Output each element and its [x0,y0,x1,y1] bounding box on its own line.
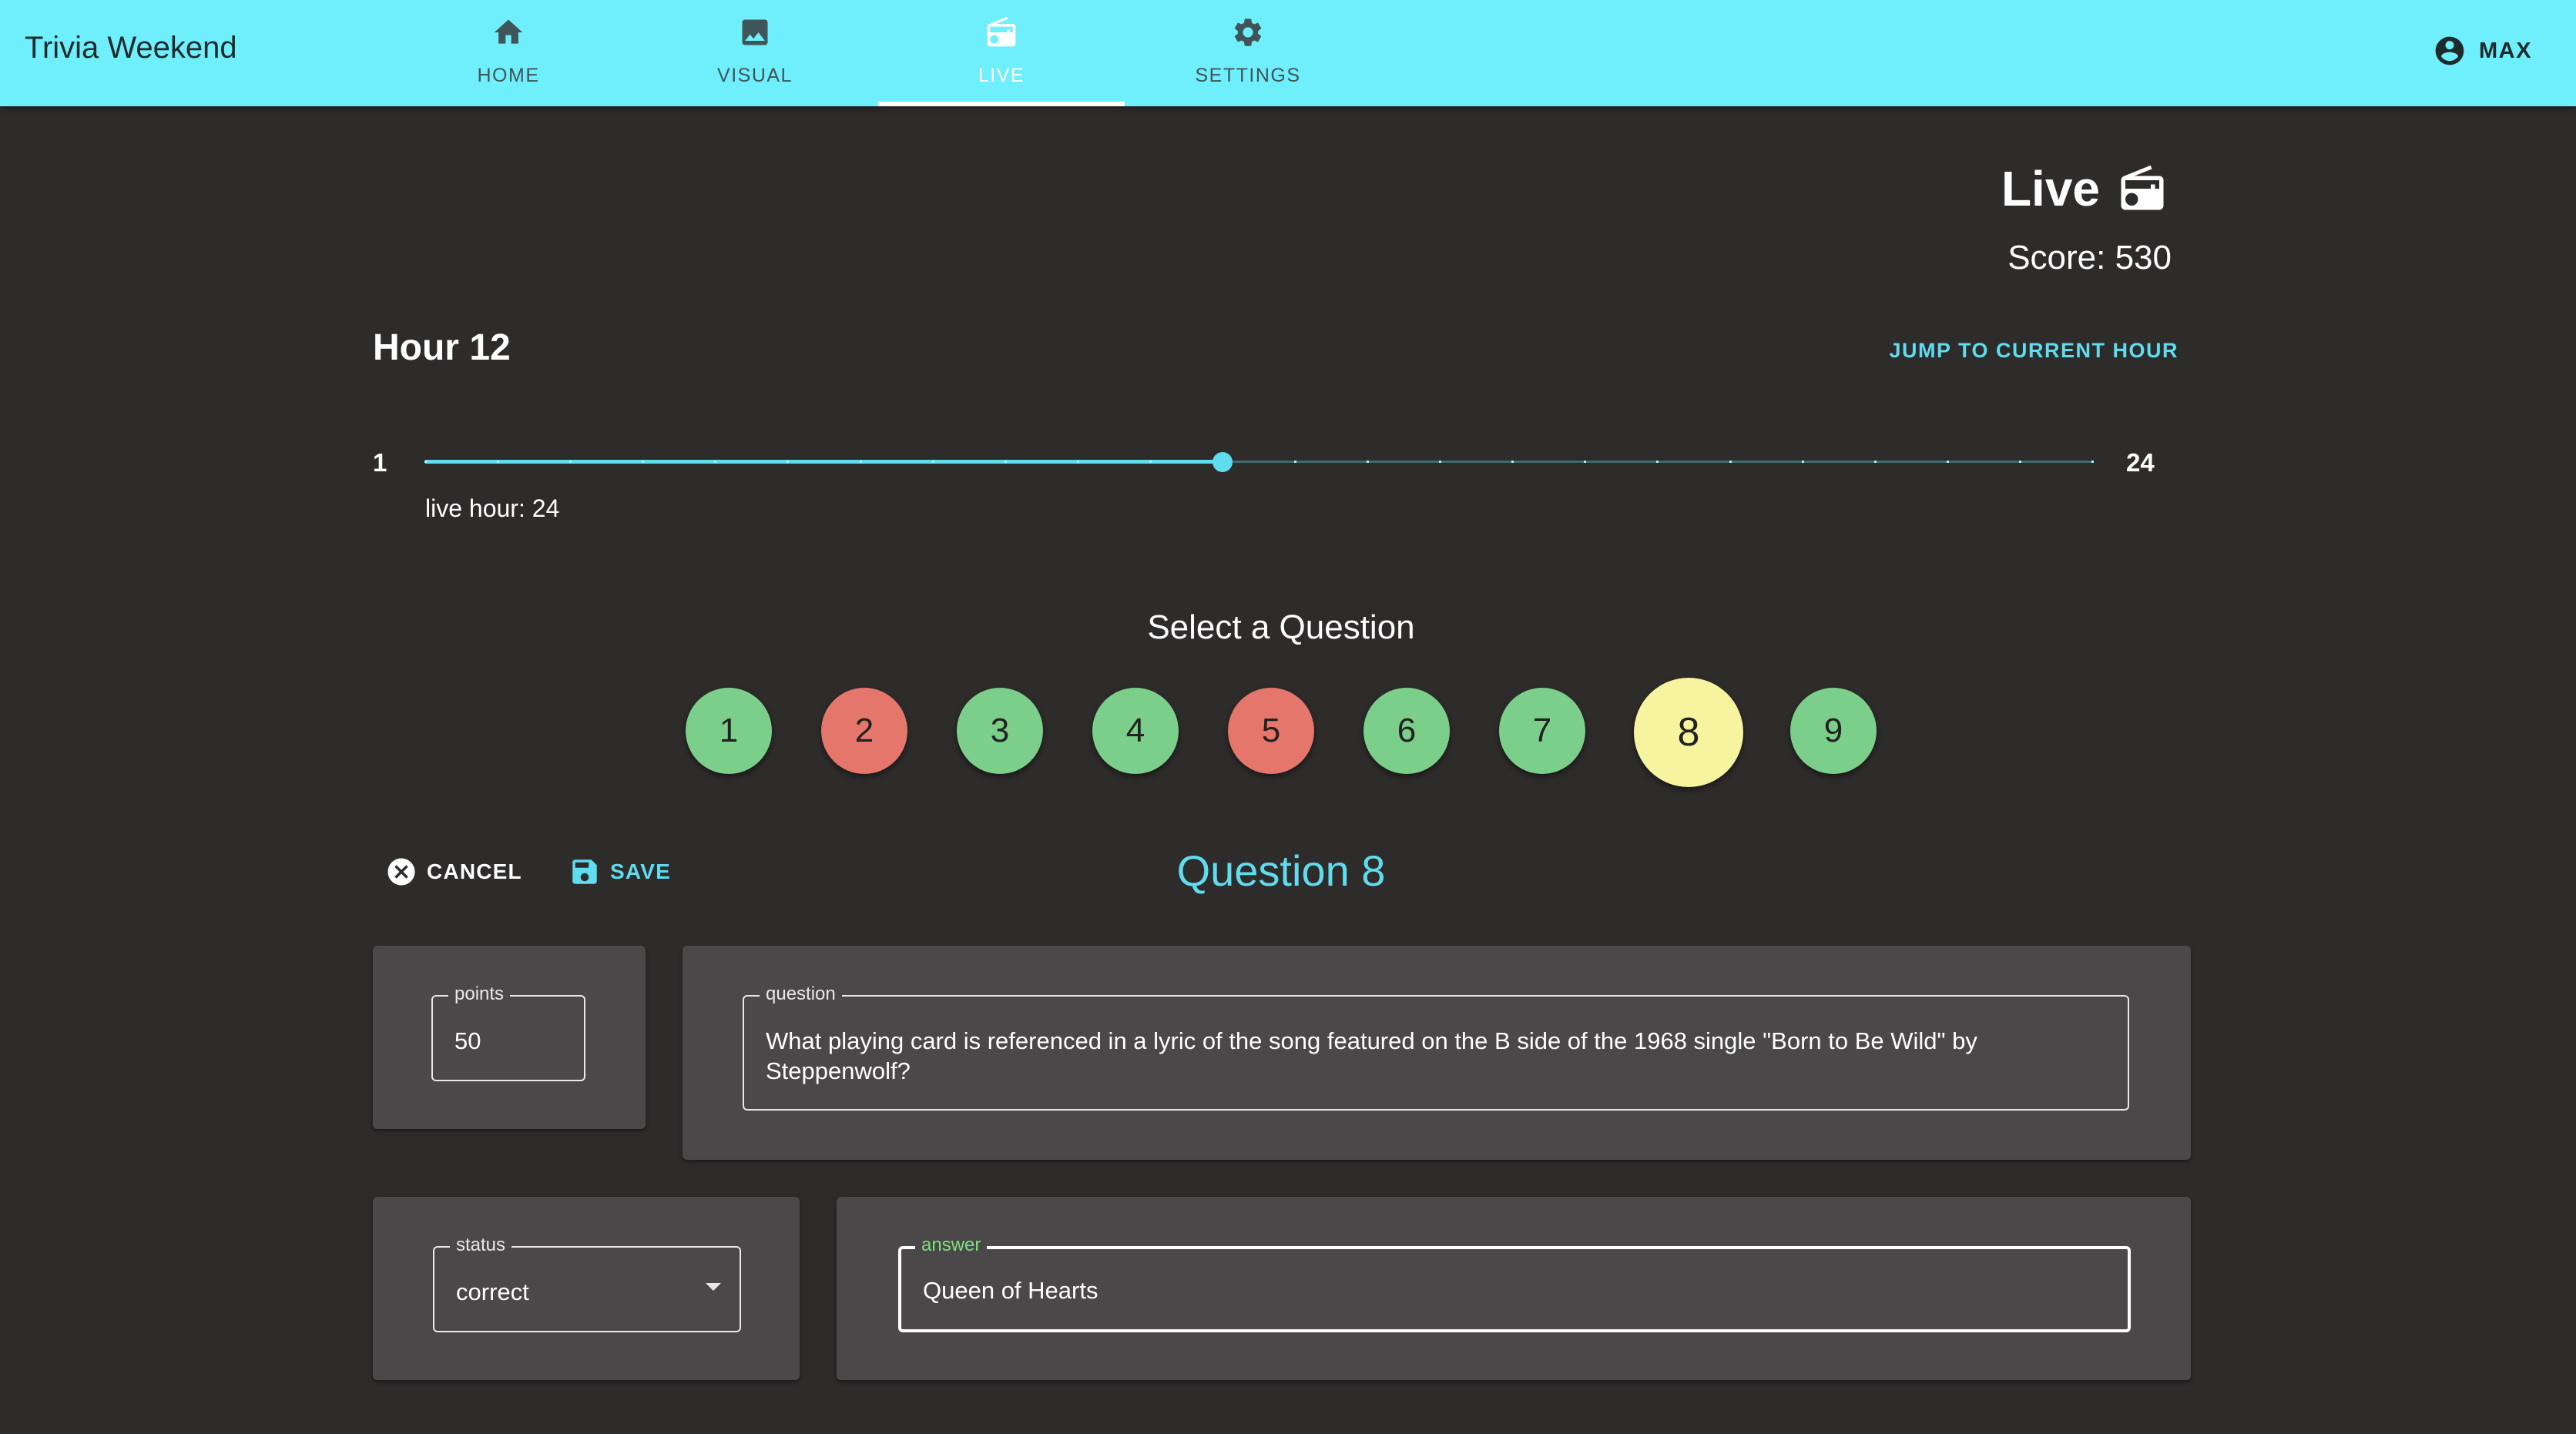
question-button-8[interactable]: 8 [1634,678,1743,787]
slider-tick [1439,461,1442,463]
active-tab-indicator [878,102,1125,106]
tab-home-label: HOME [477,65,540,86]
live-heading: Live [2001,154,2168,223]
radio-icon [987,16,1016,47]
slider-tick [787,461,790,463]
points-card: points 50 [373,946,646,1129]
select-question-title: Select a Question [1147,608,1415,646]
points-value: 50 [454,1027,481,1054]
points-field[interactable]: points 50 [431,983,585,1081]
status-card: status correct [373,1197,800,1380]
tab-live-label: LIVE [978,65,1025,86]
slider-max-label: 24 [2126,448,2155,477]
gear-icon [1234,18,1262,46]
answer-value: Queen of Hearts [923,1277,1098,1304]
question-heading: Question 8 [1176,846,1386,895]
slider-tick [1511,461,1514,463]
image-icon [742,19,768,45]
hour-slider[interactable] [424,447,2094,477]
status-label: status [450,1235,512,1256]
app-title: Trivia Weekend [25,31,237,65]
app-bar: Trivia Weekend HOME VISUAL LIVE SETTINGS… [0,0,2576,106]
question-button-9[interactable]: 9 [1790,688,1877,774]
slider-min-label: 1 [373,448,387,477]
slider-tick [1584,461,1587,463]
slider-thumb[interactable] [1212,452,1233,472]
home-icon [494,19,523,44]
slider-tick [1149,461,1152,463]
slider-tick [1873,461,1877,463]
slider-tick [714,461,717,463]
radio-icon [2121,165,2164,210]
dropdown-arrow-icon [706,1283,721,1291]
slider-tick [2018,461,2021,463]
tab-visual-label: VISUAL [717,65,793,86]
slider-tick [642,461,645,463]
question-button-6[interactable]: 6 [1363,688,1450,774]
slider-tick [859,461,862,463]
slider-tick [1076,461,1079,463]
question-button-4[interactable]: 4 [1092,688,1179,774]
live-title: Live [2001,161,2100,216]
slider-track [425,460,1223,464]
slider-tick [1004,461,1007,463]
question-button-2[interactable]: 2 [821,688,907,774]
tab-home[interactable]: HOME [385,0,632,106]
score-text: Score: 530 [2007,239,2172,276]
answer-field[interactable]: answer Queen of Hearts [898,1235,2131,1332]
jump-to-current-hour-button[interactable]: JUMP TO CURRENT HOUR [1889,339,2179,363]
slider-tick [1656,461,1659,463]
slider-tick [569,461,572,463]
account-circle-icon [2435,36,2464,65]
status-select[interactable]: status correct [433,1235,741,1332]
hour-title: Hour 12 [373,327,511,368]
slider-tick [1946,461,1949,463]
live-hour-note: live hour: 24 [425,494,560,522]
user-menu-button[interactable]: MAX [2427,29,2558,72]
tab-settings[interactable]: SETTINGS [1125,0,1371,106]
question-card: question What playing card is referenced… [683,946,2191,1160]
question-button-1[interactable]: 1 [686,688,772,774]
slider-tick [424,461,427,463]
slider-tick [1801,461,1804,463]
slider-tick [1729,461,1732,463]
question-button-5[interactable]: 5 [1228,688,1314,774]
question-label: question [760,983,842,1005]
slider-tick [1294,461,1297,463]
slider-tick [1367,461,1370,463]
status-value: correct [456,1278,529,1305]
user-name: MAX [2479,39,2532,63]
tab-visual[interactable]: VISUAL [632,0,878,106]
slider-tick [931,461,934,463]
slider-tick [497,461,500,463]
answer-card: answer Queen of Hearts [837,1197,2191,1380]
points-label: points [448,983,511,1005]
question-button-7[interactable]: 7 [1499,688,1585,774]
tab-settings-label: SETTINGS [1195,65,1301,86]
question-button-3[interactable]: 3 [957,688,1043,774]
question-value: What playing card is referenced in a lyr… [766,1027,1977,1084]
tab-live[interactable]: LIVE [878,0,1125,106]
slider-tick [2091,461,2094,463]
question-field[interactable]: question What playing card is referenced… [743,983,2129,1111]
answer-label: answer [915,1235,988,1256]
